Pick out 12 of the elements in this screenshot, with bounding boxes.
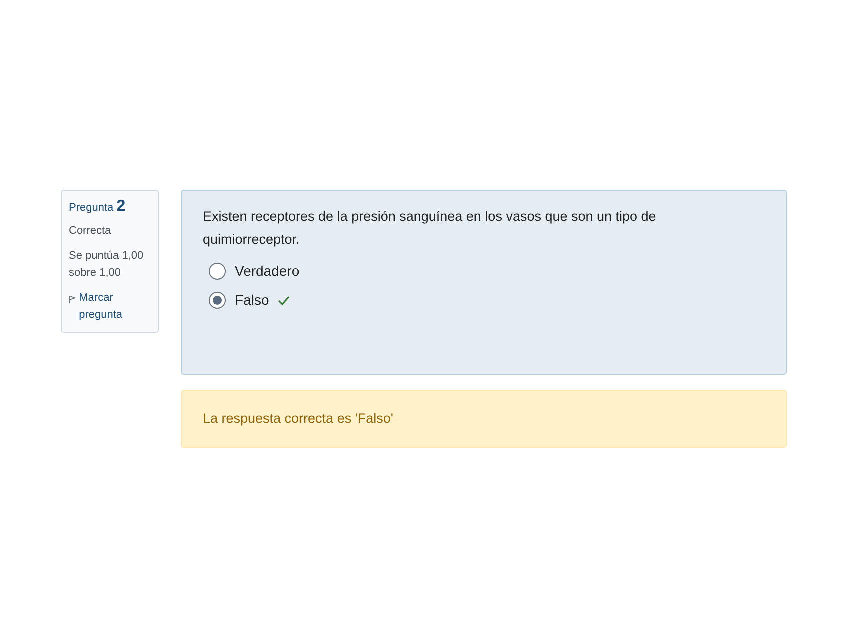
option-label: Verdadero [235, 262, 300, 281]
flag-icon [69, 294, 76, 304]
question-grade: Se puntúa 1,00 sobre 1,00 [69, 248, 145, 280]
radio-button[interactable] [209, 263, 226, 280]
question-state: Correcta [69, 224, 112, 239]
question-number: Pregunta 2 [69, 199, 127, 215]
question-text: Existen receptores de la presión sanguínea en los vasos que son un tipo de quimiorreceptor. [203, 208, 658, 249]
flag-question-link[interactable]: Marcar pregunta [79, 290, 151, 324]
radio-button[interactable] [209, 292, 226, 309]
option-label: Falso [235, 291, 270, 310]
check-icon [278, 296, 290, 306]
feedback-text: La respuesta correcta es 'Falso' [203, 410, 394, 428]
